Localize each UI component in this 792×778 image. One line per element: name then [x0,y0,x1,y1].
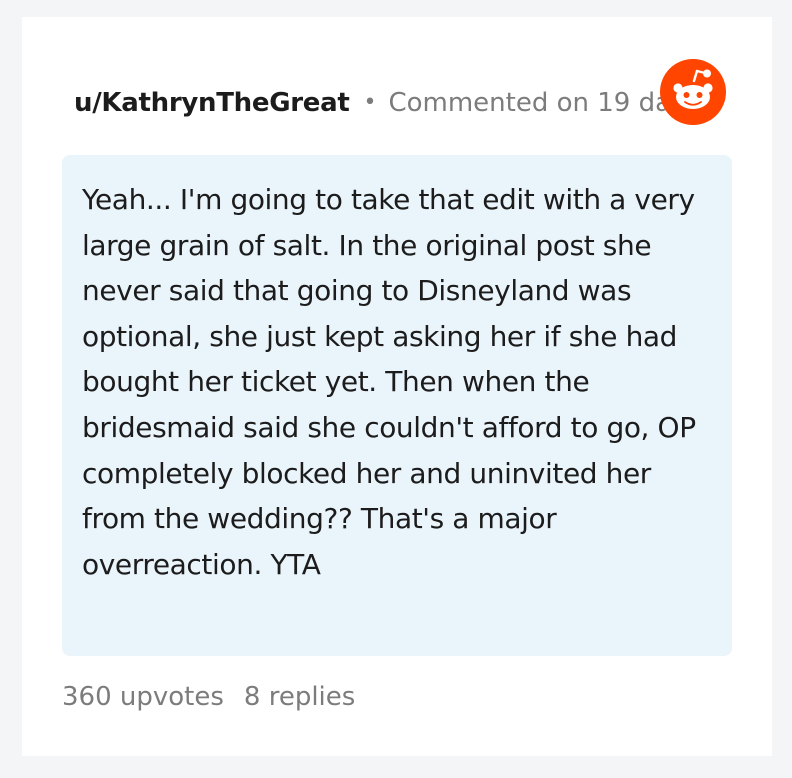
upvote-count: 360 upvotes [62,682,224,712]
username-link[interactable]: u/KathrynTheGreat [74,83,350,123]
comment-body: Yeah... I'm going to take that edit with… [62,155,732,656]
reply-count[interactable]: 8 replies [244,677,355,717]
comment-timestamp: Commented on 19 days [388,88,700,118]
comment-footer: 360 upvotes 8 replies [62,677,355,717]
reddit-snoo-icon [660,59,726,125]
comment-text: Yeah... I'm going to take that edit with… [82,183,696,581]
separator-dot: • [363,90,377,115]
comment-card: u/KathrynTheGreat • Commented on 19 days… [22,17,772,756]
